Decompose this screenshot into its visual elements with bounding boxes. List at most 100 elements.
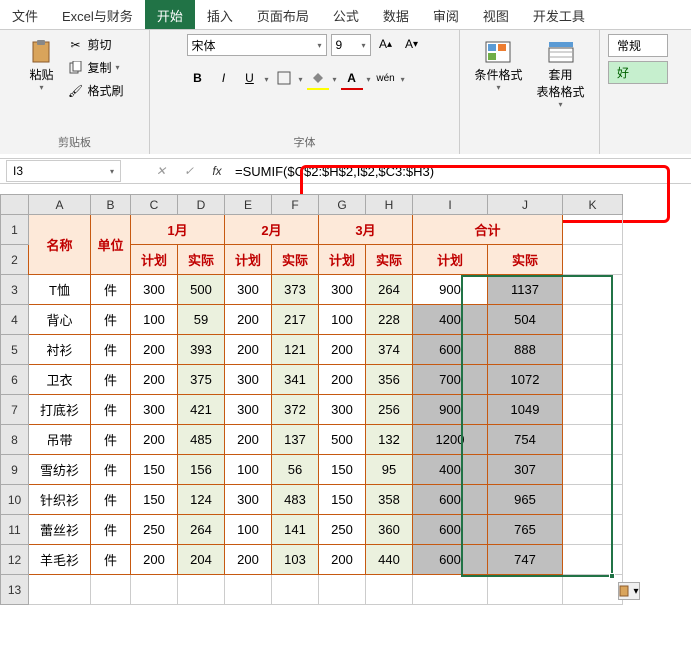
- cell[interactable]: 300: [225, 275, 272, 305]
- cell[interactable]: 200: [225, 425, 272, 455]
- cell[interactable]: 羊毛衫: [29, 545, 91, 575]
- cell-style-good[interactable]: 好: [608, 61, 668, 84]
- cell[interactable]: [563, 335, 623, 365]
- row-header[interactable]: 1: [1, 215, 29, 245]
- cell[interactable]: 1049: [488, 395, 563, 425]
- col-header-H[interactable]: H: [366, 195, 413, 215]
- cell[interactable]: 件: [91, 335, 131, 365]
- fx-button[interactable]: fx: [207, 164, 227, 178]
- formula-bar[interactable]: =SUMIF($C$2:$H$2,I$2,$C3:$H3): [227, 162, 691, 181]
- cell[interactable]: 针织衫: [29, 485, 91, 515]
- cell[interactable]: 375: [178, 365, 225, 395]
- tab-view[interactable]: 视图: [471, 0, 521, 29]
- header-cell[interactable]: 2月: [225, 215, 319, 245]
- cell[interactable]: 360: [366, 515, 413, 545]
- cell[interactable]: [563, 545, 623, 575]
- header-cell[interactable]: 计划: [225, 245, 272, 275]
- phonetic-button[interactable]: wén: [375, 68, 397, 90]
- cell[interactable]: 356: [366, 365, 413, 395]
- cell[interactable]: 200: [319, 335, 366, 365]
- tab-formula[interactable]: 公式: [321, 0, 371, 29]
- cell[interactable]: 250: [131, 515, 178, 545]
- col-header-A[interactable]: A: [29, 195, 91, 215]
- row-header[interactable]: 2: [1, 245, 29, 275]
- cell[interactable]: 300: [225, 485, 272, 515]
- font-color-button[interactable]: A: [341, 68, 363, 90]
- cell[interactable]: 件: [91, 545, 131, 575]
- cell[interactable]: 300: [225, 365, 272, 395]
- cell[interactable]: 200: [319, 365, 366, 395]
- row-header[interactable]: 5: [1, 335, 29, 365]
- cell[interactable]: [563, 485, 623, 515]
- cell[interactable]: 400: [413, 455, 488, 485]
- cell[interactable]: 373: [272, 275, 319, 305]
- row-header[interactable]: 9: [1, 455, 29, 485]
- cell[interactable]: 150: [319, 455, 366, 485]
- tab-review[interactable]: 审阅: [421, 0, 471, 29]
- cell[interactable]: 204: [178, 545, 225, 575]
- paste-options-button[interactable]: ▾: [618, 582, 640, 600]
- col-header-C[interactable]: C: [131, 195, 178, 215]
- cell[interactable]: 蕾丝衫: [29, 515, 91, 545]
- cell[interactable]: 440: [366, 545, 413, 575]
- grid[interactable]: A B C D E F G H I J K 1 名称 单位 1月 2月 3月 合…: [0, 194, 623, 605]
- cell[interactable]: 56: [272, 455, 319, 485]
- cell[interactable]: 600: [413, 485, 488, 515]
- header-cell[interactable]: 1月: [131, 215, 225, 245]
- cell[interactable]: 372: [272, 395, 319, 425]
- cell[interactable]: 600: [413, 515, 488, 545]
- cell[interactable]: 300: [131, 395, 178, 425]
- header-cell[interactable]: 3月: [319, 215, 413, 245]
- cell[interactable]: 200: [131, 425, 178, 455]
- cell[interactable]: 600: [413, 335, 488, 365]
- cell[interactable]: [563, 365, 623, 395]
- cell[interactable]: [563, 395, 623, 425]
- cell[interactable]: 件: [91, 455, 131, 485]
- cell[interactable]: [563, 215, 623, 245]
- col-header-E[interactable]: E: [225, 195, 272, 215]
- header-cell[interactable]: 计划: [131, 245, 178, 275]
- cell[interactable]: 100: [319, 305, 366, 335]
- cell[interactable]: 132: [366, 425, 413, 455]
- tab-excel-finance[interactable]: Excel与财务: [50, 0, 145, 29]
- header-cell[interactable]: 合计: [413, 215, 563, 245]
- cell[interactable]: 137: [272, 425, 319, 455]
- cell[interactable]: 483: [272, 485, 319, 515]
- cell[interactable]: 雪纺衫: [29, 455, 91, 485]
- cell[interactable]: 103: [272, 545, 319, 575]
- cell[interactable]: 件: [91, 305, 131, 335]
- cell[interactable]: 121: [272, 335, 319, 365]
- cell[interactable]: 300: [319, 275, 366, 305]
- cell[interactable]: 件: [91, 395, 131, 425]
- cell[interactable]: 200: [225, 335, 272, 365]
- cell[interactable]: 200: [225, 545, 272, 575]
- cell[interactable]: 59: [178, 305, 225, 335]
- cell[interactable]: 141: [272, 515, 319, 545]
- header-cell[interactable]: 单位: [91, 215, 131, 275]
- cell[interactable]: 200: [131, 335, 178, 365]
- cell[interactable]: [563, 515, 623, 545]
- row-header[interactable]: 12: [1, 545, 29, 575]
- row-header[interactable]: 11: [1, 515, 29, 545]
- paste-button[interactable]: 粘贴 ▾: [23, 34, 59, 96]
- cell[interactable]: 300: [225, 395, 272, 425]
- cell[interactable]: 件: [91, 515, 131, 545]
- cell[interactable]: 100: [225, 515, 272, 545]
- col-header-G[interactable]: G: [319, 195, 366, 215]
- header-cell[interactable]: 名称: [29, 215, 91, 275]
- cell[interactable]: 256: [366, 395, 413, 425]
- select-all-corner[interactable]: [1, 195, 29, 215]
- header-cell[interactable]: 计划: [413, 245, 488, 275]
- cell[interactable]: 200: [225, 305, 272, 335]
- cell[interactable]: 100: [131, 305, 178, 335]
- cell[interactable]: 件: [91, 365, 131, 395]
- fill-color-button[interactable]: [307, 68, 329, 90]
- col-header-B[interactable]: B: [91, 195, 131, 215]
- cell[interactable]: 150: [131, 455, 178, 485]
- table-format-button[interactable]: 套用 表格格式▾: [533, 34, 589, 113]
- cell[interactable]: 吊带: [29, 425, 91, 455]
- cell[interactable]: 100: [225, 455, 272, 485]
- confirm-formula-button[interactable]: ✓: [179, 164, 199, 178]
- cell[interactable]: [563, 245, 623, 275]
- cell[interactable]: 421: [178, 395, 225, 425]
